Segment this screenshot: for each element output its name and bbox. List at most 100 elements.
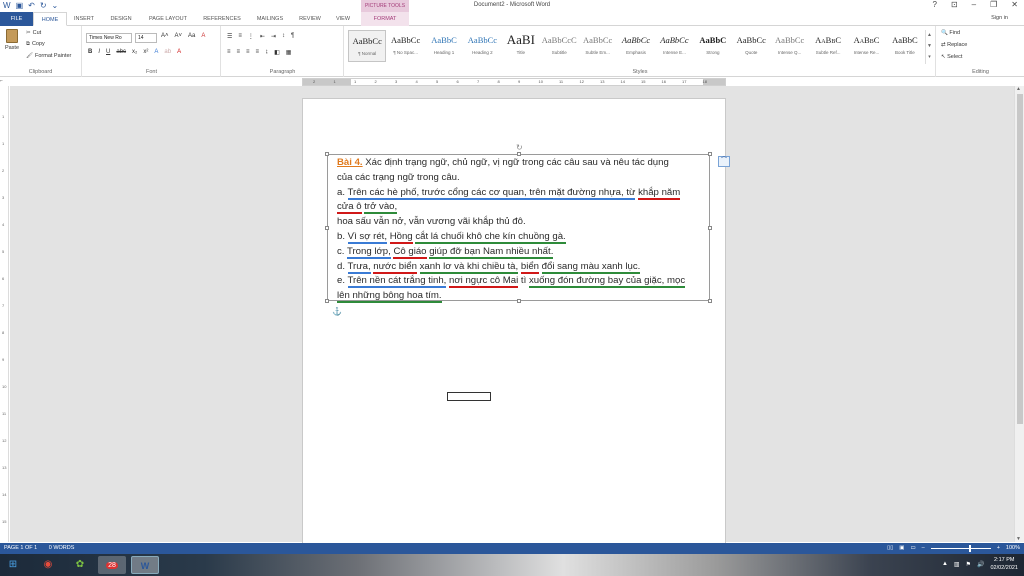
app-badge-icon[interactable]: 28 xyxy=(98,556,126,574)
scroll-up-icon[interactable]: ▲ xyxy=(926,30,933,41)
clear-format-icon[interactable]: A xyxy=(201,33,205,39)
show-marks-icon[interactable]: ¶ xyxy=(291,33,294,40)
cut-button[interactable]: ✂ Cut xyxy=(26,30,41,36)
resize-handle[interactable] xyxy=(325,299,329,303)
resize-handle[interactable] xyxy=(325,152,329,156)
vertical-ruler[interactable]: 1 1 2 3 4 5 6 7 8 9 10 11 12 13 14 15 xyxy=(0,86,9,542)
bold-icon[interactable]: B xyxy=(88,49,92,55)
shading-icon[interactable]: ◧ xyxy=(274,49,280,56)
superscript-icon[interactable]: x² xyxy=(143,49,148,55)
align-left-icon[interactable]: ≡ xyxy=(227,49,231,56)
windows-start-icon[interactable]: ⊞ xyxy=(2,556,24,574)
font-size-select[interactable]: 14 xyxy=(135,33,157,43)
style-tile[interactable]: AaBbC Strong xyxy=(694,30,732,62)
justify-icon[interactable]: ≡ xyxy=(256,49,260,56)
zoom-in-icon[interactable]: + xyxy=(997,543,1000,554)
text-effects-icon[interactable]: A xyxy=(154,49,158,55)
increase-indent-icon[interactable]: ⇥ xyxy=(271,33,276,40)
clock[interactable]: 2:17 PM 02/02/2021 xyxy=(990,556,1018,572)
read-mode-icon[interactable]: ▯▯ xyxy=(887,543,893,554)
rotate-handle-icon[interactable]: ↻ xyxy=(516,143,523,152)
decrease-indent-icon[interactable]: ⇤ xyxy=(260,33,265,40)
style-tile[interactable]: AaBbCc Intense Q... xyxy=(770,30,808,62)
volume-icon[interactable]: 🔊 xyxy=(977,561,984,568)
style-tile[interactable]: AaBbCc ¶ Normal xyxy=(348,30,387,62)
minimize-button[interactable]: – xyxy=(972,0,976,9)
zoom-slider[interactable] xyxy=(930,545,991,552)
tab-file[interactable]: FILE xyxy=(0,12,33,26)
chrome-icon[interactable]: ◉ xyxy=(34,556,62,574)
word-count[interactable]: 0 WORDS xyxy=(49,545,75,551)
find-button[interactable]: 🔍 Find xyxy=(941,30,960,36)
maximize-button[interactable]: ❐ xyxy=(990,0,997,9)
style-tile[interactable]: AaBI Title xyxy=(502,30,540,62)
italic-icon[interactable]: I xyxy=(98,49,100,55)
underline-icon[interactable]: U xyxy=(106,49,110,55)
zoom-out-icon[interactable]: – xyxy=(922,543,925,554)
help-button[interactable]: ? xyxy=(933,0,937,9)
scrollbar-thumb[interactable] xyxy=(1017,94,1023,424)
replace-button[interactable]: ⇄ Replace xyxy=(941,42,967,48)
line-spacing-icon[interactable]: ↨ xyxy=(265,49,268,56)
tab-format[interactable]: FORMAT xyxy=(361,12,409,26)
subscript-icon[interactable]: x₂ xyxy=(132,49,137,55)
grow-font-icon[interactable]: A˄ xyxy=(161,33,169,39)
style-tile[interactable]: AaBbCc ¶ No Spac... xyxy=(386,30,424,62)
zoom-level[interactable]: 100% xyxy=(1006,543,1020,554)
tab-mailings[interactable]: MAILINGS xyxy=(251,12,289,26)
style-tile[interactable]: AaBbC Subtle Ref... xyxy=(809,30,847,62)
align-right-icon[interactable]: ≡ xyxy=(246,49,250,56)
ruler-toggle[interactable]: ⌐ xyxy=(0,78,9,86)
layout-options-icon[interactable]: ⌒ xyxy=(718,156,730,167)
selected-picture[interactable]: ↻ Bài 4. Xác định trạng ngữ, chủ ngữ, vị… xyxy=(325,143,712,304)
paste-button[interactable]: Paste xyxy=(3,29,21,59)
sign-in-link[interactable]: Sign in xyxy=(991,15,1008,21)
bullets-icon[interactable]: ☰ xyxy=(227,33,232,40)
format-painter-button[interactable]: 🖌 Format Painter xyxy=(26,53,71,59)
vertical-scrollbar[interactable]: ▲ ▼ xyxy=(1014,86,1024,542)
tab-page-layout[interactable]: PAGE LAYOUT xyxy=(143,12,193,26)
style-tile[interactable]: AaBbCc Intense E... xyxy=(655,30,693,62)
style-tile[interactable]: AaBbCc Heading 2 xyxy=(463,30,501,62)
scroll-down-arrow-icon[interactable]: ▼ xyxy=(1016,536,1021,542)
flag-icon[interactable]: ⚑ xyxy=(966,561,971,568)
highlight-icon[interactable]: ab xyxy=(164,49,171,55)
select-button[interactable]: ↖ Select xyxy=(941,54,962,60)
font-name-select[interactable]: Times New Ro xyxy=(86,33,132,43)
web-layout-icon[interactable]: ▭ xyxy=(910,543,915,554)
style-tile[interactable]: AaBbCc Subtle Em... xyxy=(578,30,616,62)
borders-icon[interactable]: ▦ xyxy=(286,49,292,56)
horizontal-ruler[interactable]: 2 1 1 2 3 4 5 6 7 8 9 10 11 12 13 14 15 16 17 18 xyxy=(302,78,726,86)
shrink-font-icon[interactable]: A˅ xyxy=(175,33,183,39)
style-tile[interactable]: AaBbCc Quote xyxy=(732,30,770,62)
style-tile[interactable]: AaBbCcC Subtitle xyxy=(540,30,578,62)
font-color-icon[interactable]: A xyxy=(177,49,181,55)
style-tile[interactable]: AaBbCc Emphasis xyxy=(617,30,655,62)
close-button[interactable]: ✕ xyxy=(1011,0,1018,9)
tab-review[interactable]: REVIEW xyxy=(294,12,326,26)
print-layout-icon[interactable]: ▣ xyxy=(899,543,904,554)
tab-view[interactable]: VIEW xyxy=(330,12,356,26)
resize-handle[interactable] xyxy=(708,299,712,303)
copy-button[interactable]: ⧉ Copy xyxy=(26,41,45,48)
more-styles-icon[interactable]: ▾ xyxy=(926,52,933,63)
resize-handle[interactable] xyxy=(708,152,712,156)
scroll-down-icon[interactable]: ▼ xyxy=(926,41,933,52)
sort-icon[interactable]: ↕ xyxy=(282,33,285,40)
numbering-icon[interactable]: ≡ xyxy=(238,33,242,40)
word-taskbar-icon[interactable]: W xyxy=(131,556,159,574)
style-tile[interactable]: AaBbC Heading 1 xyxy=(425,30,463,62)
tab-references[interactable]: REFERENCES xyxy=(198,12,246,26)
ribbon-display-button[interactable]: ⊡ xyxy=(951,0,958,9)
resize-handle[interactable] xyxy=(708,226,712,230)
styles-scroll[interactable]: ▲ ▼ ▾ xyxy=(925,30,933,64)
style-tile[interactable]: AaBbC Intense Re... xyxy=(847,30,885,62)
scroll-up-arrow-icon[interactable]: ▲ xyxy=(1016,86,1021,92)
tray-up-icon[interactable]: ▲ xyxy=(942,561,948,567)
resize-handle[interactable] xyxy=(325,226,329,230)
tab-insert[interactable]: INSERT xyxy=(69,12,99,26)
app-leaf-icon[interactable]: ✿ xyxy=(66,556,94,574)
style-tile[interactable]: AaBbC Book Title xyxy=(886,30,924,62)
strikethrough-icon[interactable]: abc xyxy=(116,49,126,55)
page-count[interactable]: PAGE 1 OF 1 xyxy=(4,545,37,551)
